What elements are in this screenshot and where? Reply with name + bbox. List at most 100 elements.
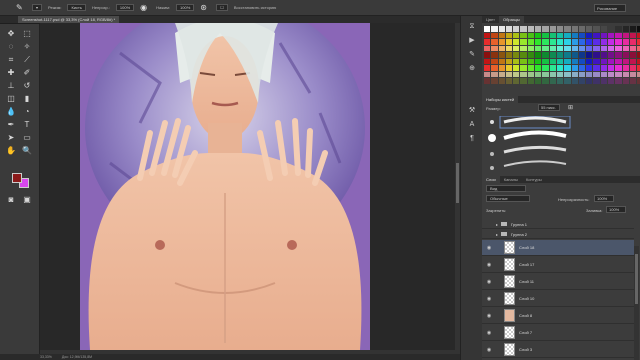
color-swatch[interactable] (527, 45, 535, 51)
color-swatch[interactable] (549, 78, 556, 84)
color-swatch[interactable] (505, 65, 513, 71)
color-swatch[interactable] (586, 78, 593, 84)
color-swatch[interactable] (593, 32, 600, 38)
shape-tool-icon[interactable]: ▭ (20, 132, 34, 143)
layer-row[interactable]: ◉ Слой 7 (482, 325, 634, 341)
eyedropper-icon[interactable]: ⟋ (20, 54, 34, 65)
color-swatch[interactable] (578, 26, 586, 32)
color-swatch[interactable] (484, 65, 491, 71)
color-swatch[interactable] (586, 39, 593, 45)
color-swatch[interactable] (629, 26, 637, 32)
color-swatch[interactable] (542, 39, 549, 45)
opacity-field[interactable]: 100% (115, 4, 135, 11)
color-swatch[interactable] (542, 65, 549, 71)
color-swatch[interactable] (520, 52, 527, 58)
color-swatch[interactable] (629, 71, 637, 77)
color-swatch[interactable] (571, 58, 578, 64)
history-brush-icon[interactable]: ↺ (20, 80, 34, 91)
color-swatch[interactable] (608, 71, 615, 77)
color-swatch[interactable] (622, 78, 629, 84)
color-swatch[interactable] (622, 58, 629, 64)
color-swatch[interactable] (484, 26, 491, 32)
color-swatch[interactable] (564, 58, 571, 64)
color-swatch[interactable] (615, 52, 622, 58)
color-swatch[interactable] (593, 78, 600, 84)
color-swatch[interactable] (535, 39, 542, 45)
color-swatch[interactable] (564, 32, 571, 38)
color-swatch[interactable] (520, 78, 527, 84)
layer-row[interactable]: ◉ Слой 10 (482, 291, 634, 307)
color-swatch[interactable] (571, 52, 578, 58)
color-swatch[interactable] (622, 71, 629, 77)
color-swatch[interactable] (527, 39, 535, 45)
pen-tool-icon[interactable]: ✒ (4, 119, 18, 130)
layer-opacity-field[interactable]: 100% (594, 195, 614, 202)
blur-tool-icon[interactable]: 💧 (4, 106, 18, 117)
color-swatch[interactable] (498, 52, 505, 58)
color-swatch[interactable] (556, 71, 564, 77)
color-swatch[interactable] (571, 26, 578, 32)
color-swatch[interactable] (608, 32, 615, 38)
color-swatch[interactable] (571, 39, 578, 45)
document-tab[interactable]: Screenshot-1117.psd @ 33,3% (Слой 18, RG… (18, 16, 120, 23)
color-swatch[interactable] (556, 32, 564, 38)
color-swatch[interactable] (629, 45, 637, 51)
path-select-icon[interactable]: ➤ (4, 132, 18, 143)
color-swatch[interactable] (564, 39, 571, 45)
color-swatch[interactable] (615, 58, 622, 64)
brush-tool-icon[interactable]: ✐ (20, 67, 34, 78)
color-swatch[interactable] (549, 52, 556, 58)
color-swatch[interactable] (505, 32, 513, 38)
color-swatch[interactable] (491, 32, 498, 38)
layer-row[interactable]: ◉ Слой 8 (482, 308, 634, 324)
tab-color[interactable]: Цвет (482, 16, 499, 23)
tab-brush-presets[interactable]: Наборы кистей (482, 96, 519, 103)
color-swatch[interactable] (542, 45, 549, 51)
color-swatch[interactable] (535, 78, 542, 84)
color-swatch[interactable] (578, 71, 586, 77)
color-swatch[interactable] (498, 71, 505, 77)
color-swatch[interactable] (629, 52, 637, 58)
color-swatch[interactable] (608, 58, 615, 64)
screen-mode-icon[interactable]: ▣ (20, 194, 34, 205)
color-swatch[interactable] (564, 52, 571, 58)
color-swatch[interactable] (484, 78, 491, 84)
color-swatch[interactable] (549, 71, 556, 77)
color-swatch[interactable] (535, 65, 542, 71)
color-swatch[interactable] (484, 52, 491, 58)
color-swatch[interactable] (498, 26, 505, 32)
color-swatch[interactable] (556, 58, 564, 64)
color-swatch[interactable] (600, 65, 608, 71)
flow-field[interactable]: 100% (176, 4, 195, 11)
color-swatch[interactable] (629, 65, 637, 71)
color-swatch[interactable] (520, 45, 527, 51)
healing-brush-icon[interactable]: ✚ (4, 67, 18, 78)
layers-scrollbar[interactable] (634, 246, 639, 360)
color-swatch[interactable] (578, 45, 586, 51)
color-swatch[interactable] (578, 39, 586, 45)
color-swatch[interactable] (484, 71, 491, 77)
color-swatch[interactable] (484, 39, 491, 45)
color-swatch[interactable] (535, 32, 542, 38)
new-brush-icon[interactable]: ⊞ (568, 104, 576, 112)
color-swatch[interactable] (615, 71, 622, 77)
layers-scroll-thumb[interactable] (635, 254, 638, 304)
actions-panel-icon[interactable]: ▶ (467, 36, 477, 46)
color-swatch[interactable] (498, 65, 505, 71)
color-swatch[interactable] (629, 58, 637, 64)
color-swatch[interactable] (498, 39, 505, 45)
color-swatch[interactable] (542, 58, 549, 64)
color-swatch[interactable] (535, 58, 542, 64)
color-swatch[interactable] (586, 32, 593, 38)
foreground-color-swatch[interactable] (12, 173, 22, 183)
color-swatch[interactable] (520, 65, 527, 71)
paragraph-panel-icon[interactable]: ¶ (467, 134, 477, 144)
color-swatch[interactable] (542, 52, 549, 58)
color-swatch[interactable] (484, 45, 491, 51)
color-swatch[interactable] (622, 52, 629, 58)
color-swatch[interactable] (571, 71, 578, 77)
visibility-eye-icon[interactable]: ◉ (482, 330, 496, 336)
gradient-tool-icon[interactable]: ▮ (20, 93, 34, 104)
dodge-tool-icon[interactable]: ◔ (20, 106, 34, 117)
color-swatch[interactable] (498, 58, 505, 64)
